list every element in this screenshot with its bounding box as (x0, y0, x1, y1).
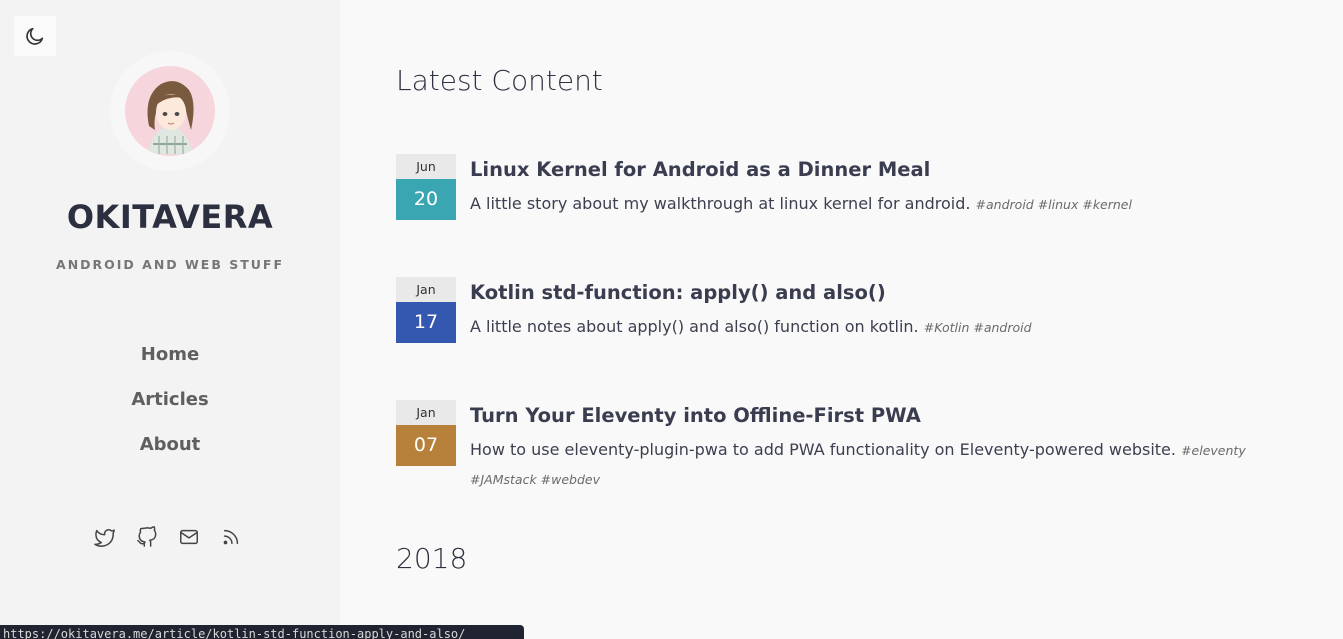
post-description: How to use eleventy-plugin-pwa to add PW… (470, 436, 1310, 494)
post-date-month: Jan (396, 400, 456, 425)
page-title: Latest Content (396, 64, 603, 97)
post-item: Jun 20 Linux Kernel for Android as a Din… (396, 154, 1132, 220)
post-title-link[interactable]: Turn Your Eleventy into Offline-First PW… (470, 404, 921, 427)
post-date-day: 07 (396, 425, 456, 466)
nav-articles-link[interactable]: Articles (0, 389, 340, 410)
post-title-link[interactable]: Kotlin std-function: apply() and also() (470, 281, 886, 304)
avatar (110, 51, 230, 171)
post-date-day: 20 (396, 179, 456, 220)
post-description-text: A little notes about apply() and also() … (470, 317, 919, 336)
post-description: A little notes about apply() and also() … (470, 313, 1310, 342)
post-tags[interactable]: #Kotlin #android (924, 320, 1032, 335)
social-links (94, 526, 242, 548)
post-title-link[interactable]: Linux Kernel for Android as a Dinner Mea… (470, 158, 930, 181)
nav-about-link[interactable]: About (0, 434, 340, 455)
post-item: Jan 17 Kotlin std-function: apply() and … (396, 277, 1032, 343)
nav-home-link[interactable]: Home (0, 344, 340, 365)
theme-toggle-button[interactable] (14, 16, 56, 56)
site-tagline: ANDROID AND WEB STUFF (56, 257, 284, 272)
post-item: Jan 07 Turn Your Eleventy into Offline-F… (396, 400, 1246, 487)
moon-icon (26, 27, 44, 45)
post-tags[interactable]: #android #linux #kernel (976, 197, 1132, 212)
mail-icon[interactable] (178, 526, 200, 548)
twitter-icon[interactable] (94, 526, 116, 548)
rss-icon[interactable] (220, 526, 242, 548)
post-date-month: Jan (396, 277, 456, 302)
sidebar: OKITAVERA ANDROID AND WEB STUFF Home Art… (0, 0, 340, 635)
post-date-month: Jun (396, 154, 456, 179)
post-description: A little story about my walkthrough at l… (470, 190, 1310, 219)
avatar-illustration-icon (125, 66, 215, 156)
post-description-text: A little story about my walkthrough at l… (470, 194, 971, 213)
year-heading: 2018 (396, 542, 468, 575)
post-date-day: 17 (396, 302, 456, 343)
github-icon[interactable] (136, 526, 158, 548)
site-title[interactable]: OKITAVERA (0, 198, 340, 236)
link-status-bar: https://okitavera.me/article/kotlin-std-… (0, 625, 524, 639)
post-description-text: How to use eleventy-plugin-pwa to add PW… (470, 440, 1176, 459)
